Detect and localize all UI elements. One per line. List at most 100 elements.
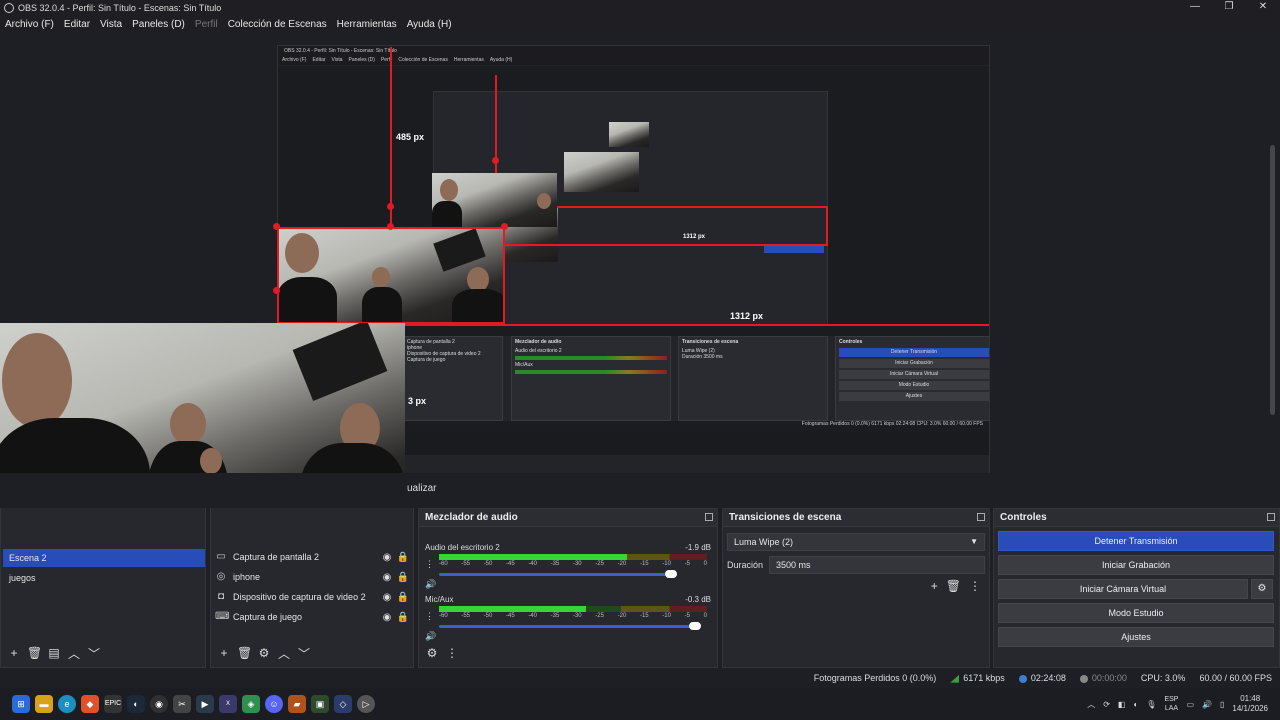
edge-icon[interactable]: e (58, 695, 76, 713)
resize-handle[interactable] (387, 223, 394, 230)
close-button[interactable]: ✕ (1246, 0, 1280, 15)
discord-icon[interactable]: ☺ (265, 695, 283, 713)
lock-icon[interactable]: 🔒 (395, 552, 411, 563)
windows-start-icon[interactable]: ⊞ (12, 695, 30, 713)
capcut-icon[interactable]: ✂ (173, 695, 191, 713)
eye-icon[interactable]: ◉ (379, 592, 395, 603)
start-virtual-camera-button[interactable]: Iniciar Cámara Virtual (998, 579, 1248, 599)
source-name: Dispositivo de captura de video 2 (233, 592, 366, 602)
network-icon[interactable]: ⟳ (1103, 700, 1110, 709)
source-row[interactable]: ◘ Dispositivo de captura de video 2 ◉ 🔒 (215, 588, 411, 606)
kebab-menu-icon[interactable]: ⋮ (445, 646, 459, 660)
source-row[interactable]: ⌨ Captura de juego ◉ 🔒 (215, 608, 411, 626)
display-icon[interactable]: ▭ (1186, 700, 1194, 709)
resize-handle[interactable] (492, 157, 499, 164)
source-row[interactable]: ▭ Captura de pantalla 2 ◉ 🔒 (215, 548, 411, 566)
volume-icon[interactable]: 🔊 (1202, 700, 1212, 709)
start-recording-button[interactable]: Iniciar Grabación (998, 555, 1274, 575)
media-player-icon[interactable]: ▷ (357, 695, 375, 713)
record-time-value: 00:00:00 (1091, 673, 1127, 683)
selected-source-outline[interactable] (277, 227, 505, 324)
menu-editar[interactable]: Editar (59, 19, 95, 30)
kebab-menu-icon[interactable]: ⋮ (425, 611, 434, 622)
steam-icon[interactable]: ◐ (127, 695, 145, 713)
add-icon[interactable]: + (931, 579, 938, 593)
update-label[interactable]: ualizar (407, 483, 436, 494)
volume-knob[interactable] (664, 570, 677, 578)
popout-icon[interactable] (977, 513, 985, 521)
menu-ayuda[interactable]: Ayuda (H) (402, 19, 457, 30)
lock-icon[interactable]: 🔒 (395, 592, 411, 603)
battery-icon[interactable]: ▯ (1220, 700, 1224, 709)
app-icon[interactable]: ▶ (196, 695, 214, 713)
volume-knob[interactable] (688, 622, 701, 630)
menu-paneles[interactable]: Paneles (D) (127, 19, 190, 30)
maximize-button[interactable]: ❐ (1212, 0, 1246, 15)
shield-icon[interactable]: ◈ (242, 695, 260, 713)
eye-icon[interactable]: ◉ (379, 572, 395, 583)
kebab-menu-icon[interactable]: ⋮ (425, 559, 434, 570)
resize-handle[interactable] (501, 223, 508, 230)
language-indicator[interactable]: ESP LAA (1164, 695, 1178, 713)
volume-slider[interactable] (439, 621, 707, 631)
camera-source-large[interactable] (0, 323, 405, 473)
lock-icon[interactable]: 🔒 (395, 572, 411, 583)
kebab-menu-icon[interactable]: ⋮ (969, 579, 981, 593)
obs-icon[interactable]: ◉ (150, 695, 168, 713)
menu-coleccion[interactable]: Colección de Escenas (223, 19, 332, 30)
epic-games-icon[interactable]: EPIC (104, 695, 122, 713)
settings-button[interactable]: Ajustes (998, 627, 1274, 647)
scene-item[interactable]: juegos (3, 569, 205, 587)
menu-archivo[interactable]: Archivo (F) (0, 19, 59, 30)
add-icon[interactable]: + (217, 646, 231, 660)
resize-handle[interactable] (273, 223, 280, 230)
stop-stream-button[interactable]: Detener Transmisión (998, 531, 1274, 551)
eye-icon[interactable]: ◉ (379, 552, 395, 563)
down-arrow-icon[interactable]: ﹀ (297, 645, 311, 662)
mixer-settings-icon[interactable]: ⚙ (425, 646, 439, 660)
scene-item[interactable]: Escena 2 (3, 549, 205, 567)
app-tray-icon[interactable]: ◧ (1118, 700, 1126, 709)
microphone-icon[interactable]: 🎙 (1146, 700, 1156, 709)
file-explorer-icon[interactable]: ▬ (35, 695, 53, 713)
vertical-scrollbar[interactable] (1270, 145, 1275, 415)
lock-icon[interactable]: 🔒 (395, 612, 411, 623)
add-icon[interactable]: + (7, 646, 21, 660)
app-icon[interactable]: ▰ (288, 695, 306, 713)
eye-icon[interactable]: ◉ (379, 612, 395, 623)
nested-menu: Archivo (F) Editar Vista Paneles (D) Per… (278, 56, 989, 65)
popout-icon[interactable] (1267, 513, 1275, 521)
preview-canvas[interactable]: OBS 32.0.4 - Perfil: Sin Título - Escena… (0, 33, 1280, 473)
app-icon[interactable]: X (219, 695, 237, 713)
volume-slider[interactable] (439, 569, 707, 579)
stream-time-value: 02:24:08 (1030, 673, 1066, 683)
up-arrow-icon[interactable]: ︿ (277, 645, 291, 662)
app-icon[interactable]: ▣ (311, 695, 329, 713)
duration-spinbox[interactable]: 3500 ms (769, 556, 985, 574)
trash-icon[interactable]: 🗑 (237, 646, 252, 660)
minimize-button[interactable]: — (1178, 0, 1212, 15)
up-arrow-icon[interactable]: ︿ (67, 645, 81, 662)
menu-perfil[interactable]: Perfil (190, 19, 223, 30)
brave-icon[interactable]: ◆ (81, 695, 99, 713)
trash-icon[interactable]: 🗑 (27, 646, 42, 660)
trash-icon[interactable]: 🗑 (946, 579, 961, 593)
gear-icon[interactable]: ⚙ (1251, 579, 1273, 599)
popout-icon[interactable] (705, 513, 713, 521)
down-arrow-icon[interactable]: ﹀ (87, 645, 101, 662)
menu-vista[interactable]: Vista (95, 19, 127, 30)
filter-icon[interactable]: ▤ (47, 646, 61, 660)
source-row[interactable]: ◎ iphone ◉ 🔒 (215, 568, 411, 586)
gear-icon[interactable]: ⚙ (257, 646, 271, 660)
studio-mode-button[interactable]: Modo Estudio (998, 603, 1274, 623)
speaker-icon[interactable]: 🔊 (425, 631, 436, 642)
transition-select[interactable]: Luma Wipe (2) ▼ (727, 533, 985, 551)
steam-tray-icon[interactable]: ◐ (1133, 700, 1138, 709)
chevron-up-icon[interactable]: ︿ (1087, 699, 1095, 710)
menu-herramientas[interactable]: Herramientas (332, 19, 402, 30)
app-icon[interactable]: ◇ (334, 695, 352, 713)
speaker-icon[interactable]: 🔊 (425, 579, 436, 590)
resize-handle[interactable] (273, 287, 280, 294)
resize-handle[interactable] (387, 203, 394, 210)
clock[interactable]: 01:48 14/1/2026 (1232, 694, 1268, 714)
